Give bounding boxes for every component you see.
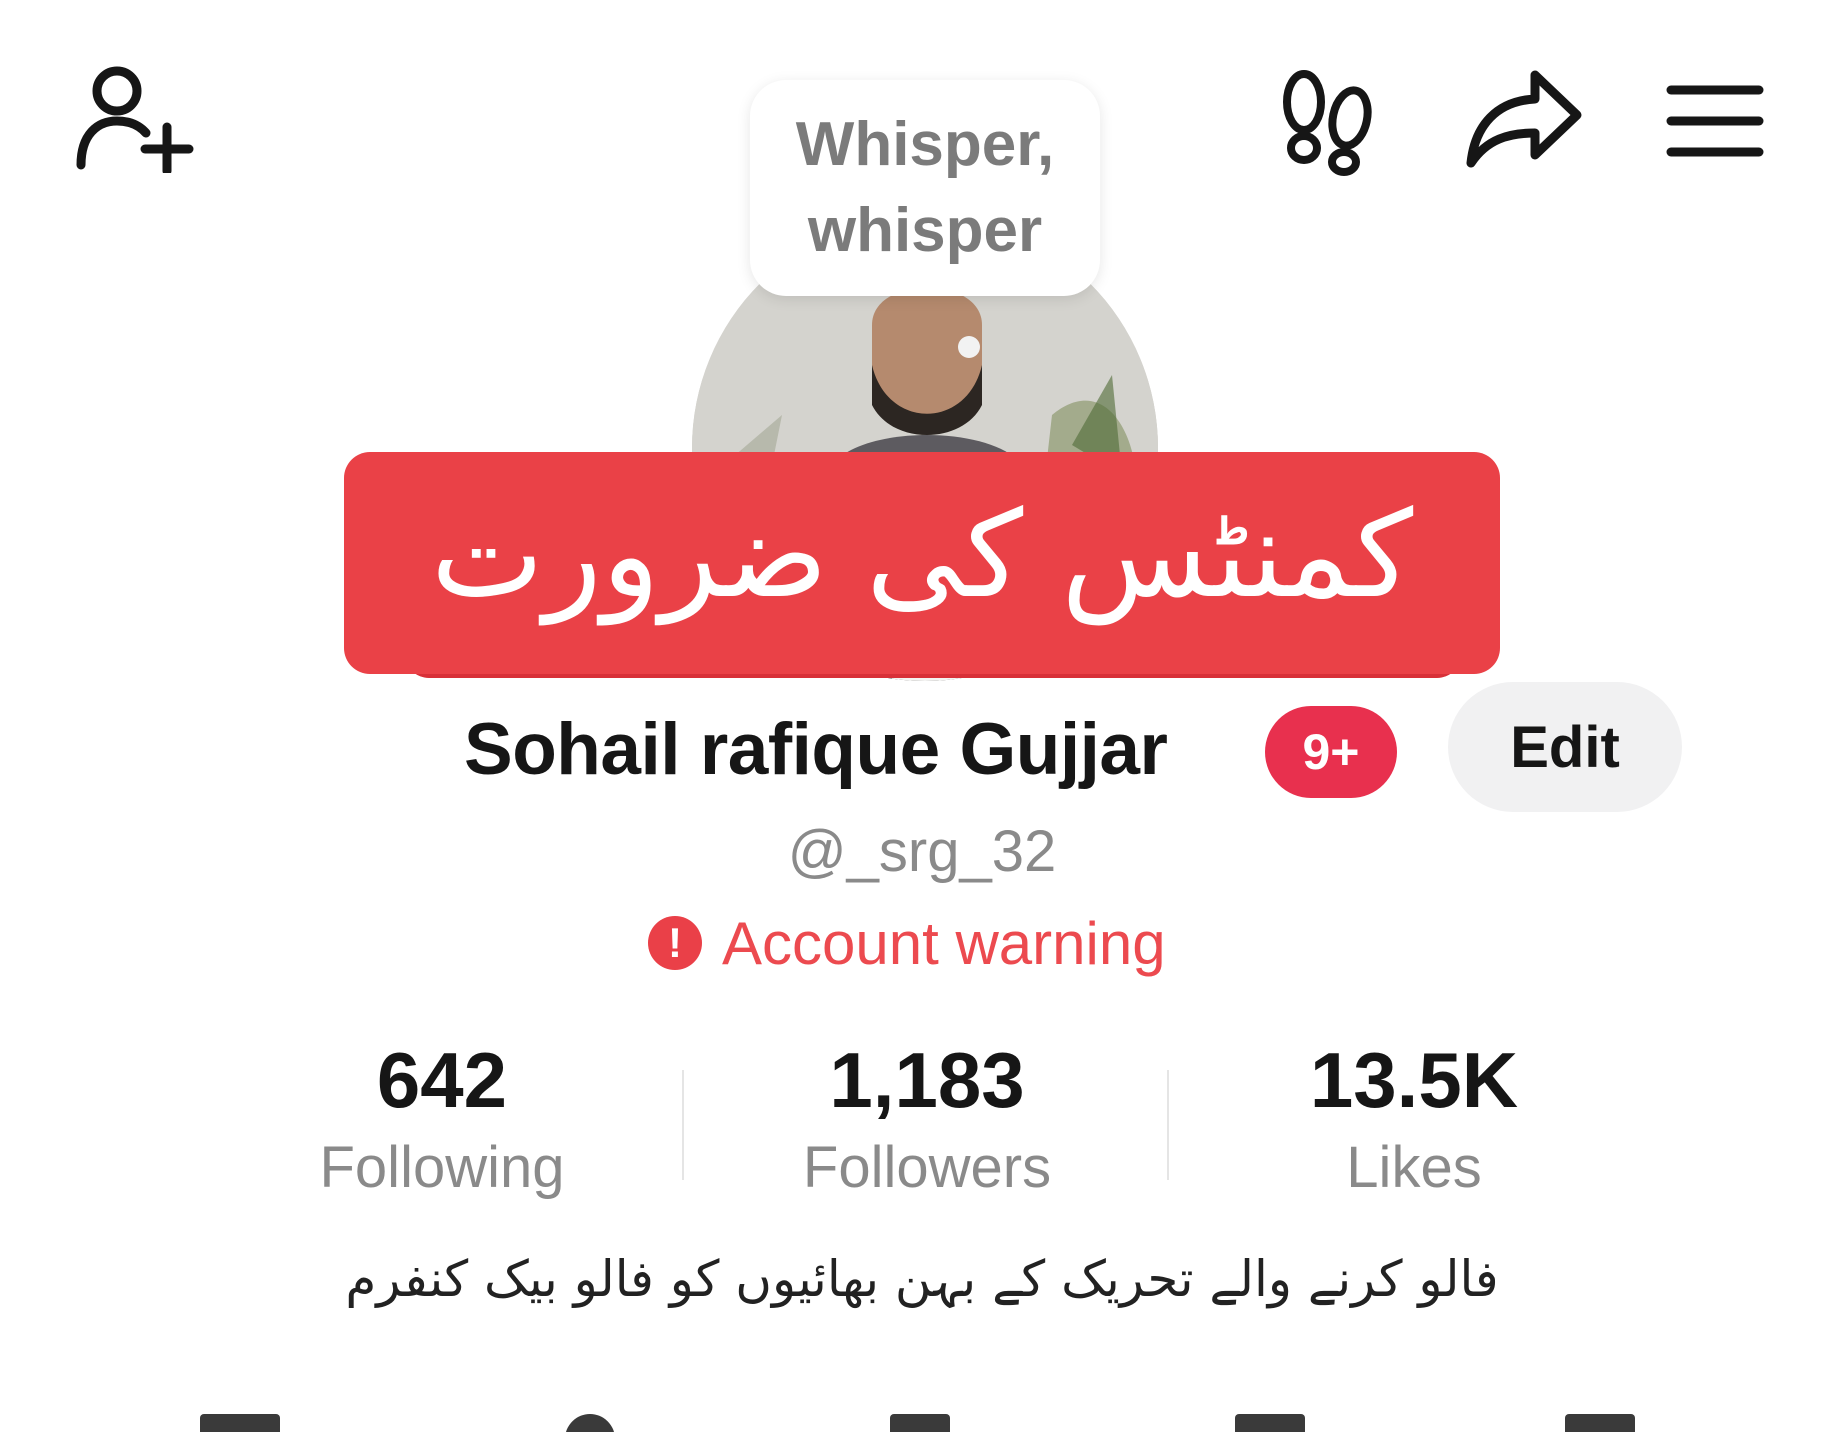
banner-text: کمنٹس کی ضرورت bbox=[430, 486, 1414, 625]
favorites-tab-icon[interactable] bbox=[1235, 1414, 1305, 1432]
bubble-tail-dot bbox=[958, 336, 980, 358]
account-warning-link[interactable]: ! Account warning bbox=[648, 908, 1166, 978]
profile-handle: @_srg_32 bbox=[787, 819, 1057, 884]
private-tab-icon[interactable] bbox=[565, 1414, 615, 1432]
profile-page: Whisper, whisper کمنٹس کی ضرورت Sohail r… bbox=[0, 0, 1844, 1432]
stat-followers[interactable]: 1,183 Followers bbox=[727, 1030, 1127, 1206]
warning-text: Account warning bbox=[722, 909, 1166, 977]
add-friend-icon[interactable] bbox=[70, 58, 200, 178]
stat-divider bbox=[682, 1070, 684, 1180]
profile-stats: 642 Following 1,183 Followers 13.5K Like… bbox=[0, 1030, 1844, 1200]
liked-tab-icon[interactable] bbox=[1565, 1414, 1635, 1432]
followers-count: 1,183 bbox=[829, 1036, 1025, 1124]
profile-bio: فالو کرنے والے تحریک کے بہن بھائیوں کو ف… bbox=[345, 1250, 1499, 1308]
whisper-bubble[interactable]: Whisper, whisper bbox=[750, 80, 1100, 296]
stat-likes[interactable]: 13.5K Likes bbox=[1214, 1030, 1614, 1206]
name-row: Sohail rafique Gujjar 9+ Edit bbox=[0, 682, 1844, 812]
profile-name: Sohail rafique Gujjar bbox=[464, 709, 1168, 790]
share-icon[interactable] bbox=[1460, 64, 1590, 174]
likes-count: 13.5K bbox=[1309, 1036, 1519, 1124]
reposts-tab-icon[interactable] bbox=[890, 1414, 950, 1432]
following-label: Following bbox=[319, 1135, 565, 1200]
alert-icon: ! bbox=[648, 916, 702, 970]
notification-badge[interactable]: 9+ bbox=[1265, 706, 1397, 798]
following-count: 642 bbox=[376, 1036, 508, 1124]
stat-following[interactable]: 642 Following bbox=[242, 1030, 642, 1206]
likes-label: Likes bbox=[1346, 1135, 1482, 1200]
followers-label: Followers bbox=[802, 1135, 1052, 1200]
menu-icon[interactable] bbox=[1660, 78, 1770, 164]
edit-button[interactable]: Edit bbox=[1448, 682, 1682, 812]
videos-tab-icon[interactable] bbox=[200, 1414, 280, 1432]
comments-banner: کمنٹس کی ضرورت bbox=[344, 452, 1500, 674]
footprint-icon[interactable] bbox=[1275, 66, 1380, 178]
stat-divider bbox=[1167, 1070, 1169, 1180]
